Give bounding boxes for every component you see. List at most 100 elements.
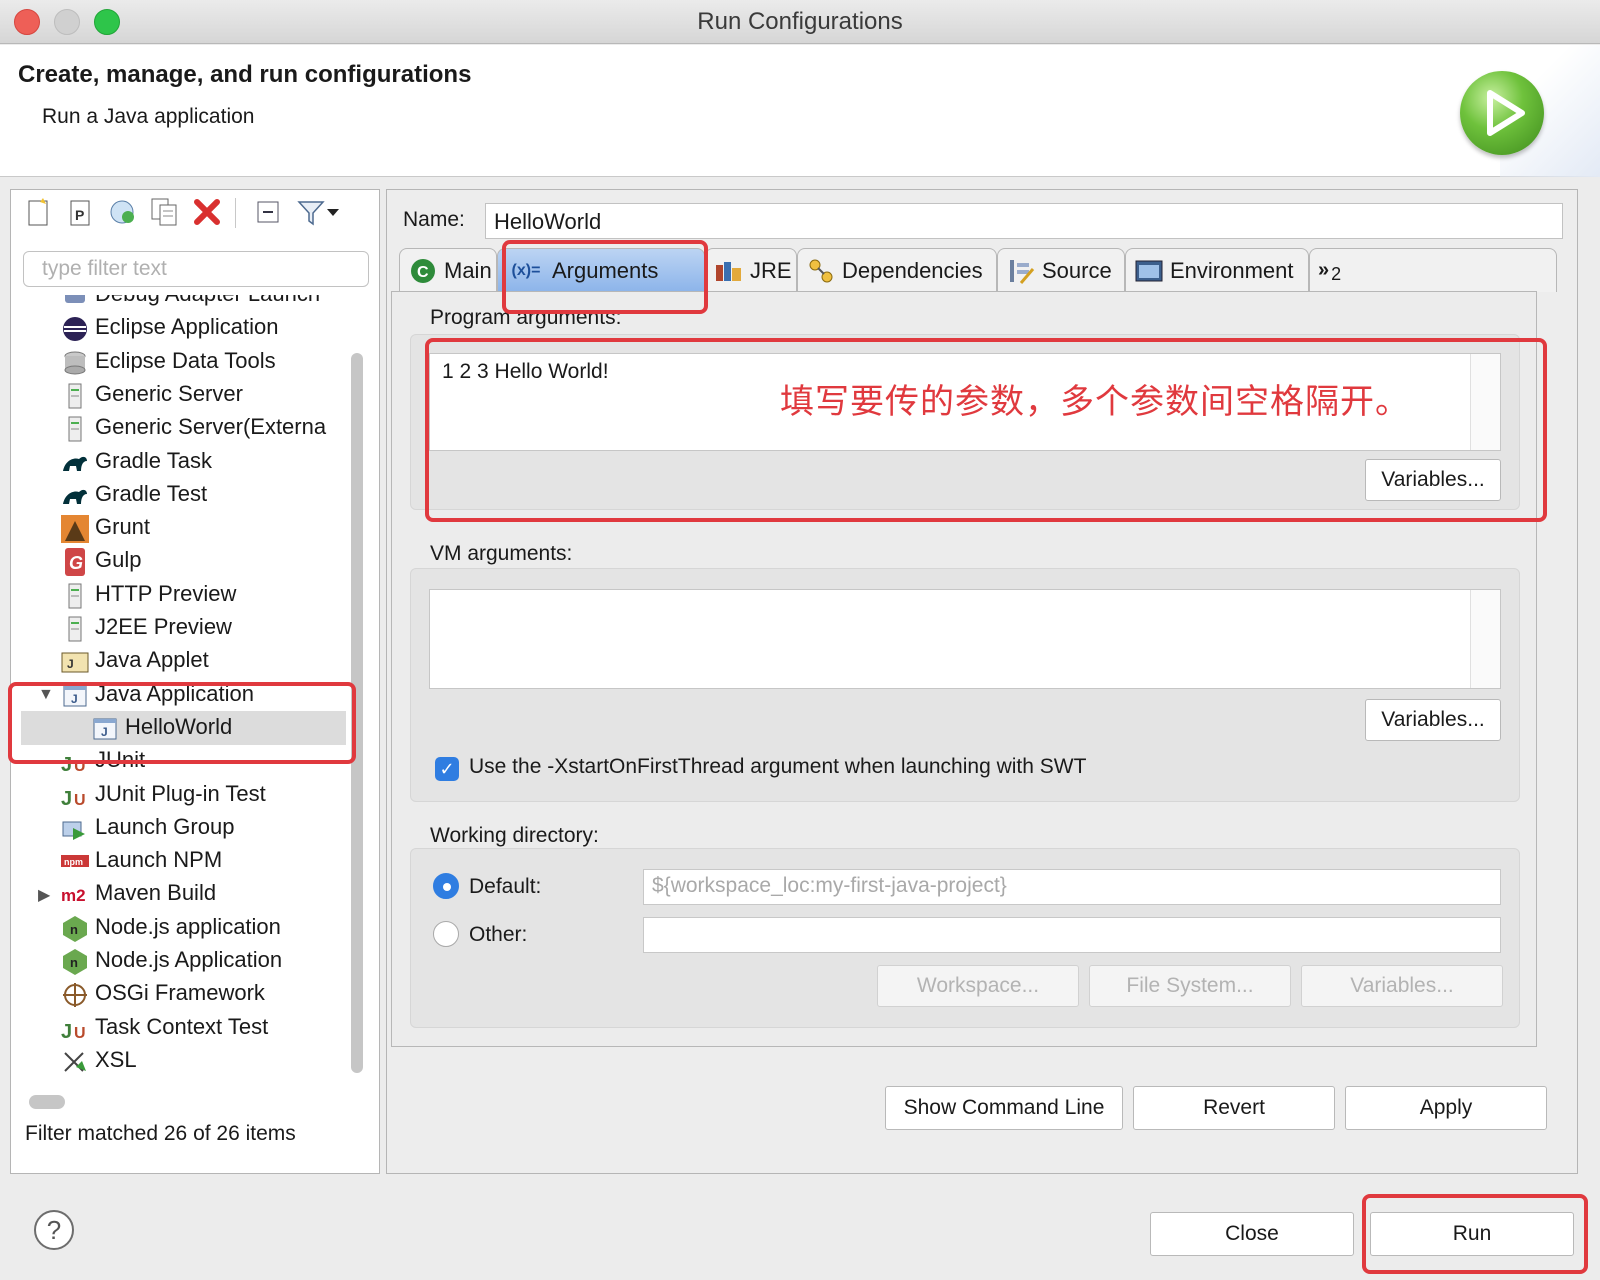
tree-item-label: Launch Group (95, 813, 235, 839)
other-radio[interactable] (433, 921, 459, 947)
tab-source[interactable]: Source (997, 248, 1125, 292)
vm-args-field[interactable] (429, 589, 1501, 689)
main-class-icon: C (408, 257, 438, 285)
tab-overflow[interactable]: » 2 (1309, 248, 1557, 292)
svg-text:J: J (67, 657, 74, 671)
tree-item-grunt[interactable]: Grunt (21, 511, 346, 545)
workspace-button[interactable]: Workspace... (877, 965, 1079, 1007)
vm-args-scrollbar[interactable] (1470, 590, 1500, 688)
tree-item-node-js-application[interactable]: n Node.js application (21, 911, 346, 945)
tree-item-label: OSGi Framework (95, 980, 265, 1006)
tree-item-label: Eclipse Data Tools (95, 347, 276, 373)
working-dir-group: Default: ${workspace_loc:my-first-java-p… (410, 848, 1520, 1028)
working-dir-label: Working directory: (430, 824, 599, 847)
svg-text:n: n (70, 955, 78, 970)
applet-icon: J (61, 648, 89, 676)
tab-jre[interactable]: JRE (705, 248, 797, 292)
default-dir-field: ${workspace_loc:my-first-java-project} (643, 869, 1501, 905)
tree-item-maven-build[interactable]: ▶ m2 Maven Build (21, 877, 346, 911)
svg-text:U: U (74, 792, 86, 809)
server-icon (61, 582, 89, 610)
working-dir-variables-button[interactable]: Variables... (1301, 965, 1503, 1007)
tree-item-label: Grunt (95, 514, 151, 540)
name-field[interactable]: HelloWorld (485, 203, 1563, 239)
tree-item-xsl[interactable]: XSL (21, 1044, 346, 1078)
delete-icon[interactable] (189, 193, 225, 231)
apply-button[interactable]: Apply (1345, 1086, 1547, 1130)
tree-item-osgi-framework[interactable]: OSGi Framework (21, 977, 346, 1011)
svg-text:P: P (75, 207, 84, 223)
xsl-icon (61, 1048, 89, 1076)
server-icon (61, 415, 89, 443)
more-tabs-icon: » (1318, 259, 1330, 281)
tab-dependencies[interactable]: Dependencies (797, 248, 997, 292)
show-command-line-button[interactable]: Show Command Line (885, 1086, 1123, 1130)
file-system-button[interactable]: File System... (1089, 965, 1291, 1007)
server-icon (61, 382, 89, 410)
tree-item-debug-adapter-launch[interactable]: Debug Adapter Launch (21, 295, 346, 312)
new-config-icon[interactable] (21, 193, 57, 231)
tree-item-gradle-task[interactable]: Gradle Task (21, 445, 346, 479)
window-title: Run Configurations (697, 8, 903, 35)
gradle-icon (61, 449, 89, 477)
other-dir-field[interactable] (643, 917, 1501, 953)
tree-item-eclipse-application[interactable]: Eclipse Application (21, 311, 346, 345)
tree-item-label: Maven Build (95, 880, 217, 906)
tree-item-task-context-test[interactable]: J U Task Context Test (21, 1011, 346, 1045)
new-prototype-icon[interactable]: P (63, 193, 99, 231)
svg-text:npm: npm (64, 857, 83, 867)
dropdown-icon[interactable] (323, 193, 343, 231)
xstart-checkbox[interactable]: ✓ (435, 757, 459, 781)
tree-item-gradle-test[interactable]: Gradle Test (21, 478, 346, 512)
tree-item-label: XSL (95, 1046, 137, 1072)
svg-text:C: C (417, 264, 429, 281)
collapse-all-icon[interactable] (251, 193, 287, 231)
tab-environment[interactable]: Environment (1125, 248, 1309, 292)
tree-item-j2ee-preview[interactable]: J2EE Preview (21, 611, 346, 645)
tree-item-label: Task Context Test (95, 1013, 269, 1039)
tree-item-node-js-application[interactable]: n Node.js Application (21, 944, 346, 978)
svg-text:m2: m2 (61, 886, 86, 905)
tree-item-label: HTTP Preview (95, 580, 237, 606)
tree-item-label: JUnit Plug-in Test (95, 780, 266, 806)
tree-item-label: Java Applet (95, 647, 209, 673)
tree-item-eclipse-data-tools[interactable]: Eclipse Data Tools (21, 345, 346, 379)
tree-item-http-preview[interactable]: HTTP Preview (21, 578, 346, 612)
collapse-arrow-icon[interactable]: ▶ (38, 885, 50, 905)
svg-text:G: G (69, 553, 83, 573)
tree-item-label: Debug Adapter Launch (95, 295, 320, 307)
tree-item-generic-server-externa[interactable]: Generic Server(Externa (21, 411, 346, 445)
program-args-highlight (425, 338, 1547, 522)
revert-button[interactable]: Revert (1133, 1086, 1335, 1130)
tree-horizontal-scrollbar[interactable] (29, 1095, 65, 1109)
grunt-icon (61, 515, 89, 544)
duplicate-icon[interactable] (147, 193, 183, 231)
tab-main-label: Main (444, 257, 492, 283)
filter-input[interactable]: type filter text (23, 251, 369, 287)
vm-args-variables-button[interactable]: Variables... (1365, 699, 1501, 741)
tree-item-label: Node.js application (95, 913, 281, 939)
tree-item-label: Eclipse Application (95, 314, 279, 340)
osgi-icon (61, 981, 89, 1009)
tab-main[interactable]: C Main (399, 248, 497, 292)
tree-item-label: Launch NPM (95, 847, 223, 873)
server-icon (61, 615, 89, 643)
close-button[interactable]: Close (1150, 1212, 1354, 1256)
default-radio-label: Default: (469, 875, 542, 898)
tree-item-label: Gradle Task (95, 447, 212, 473)
tree-item-junit-plug-in-test[interactable]: J U JUnit Plug-in Test (21, 778, 346, 812)
source-icon (1006, 257, 1036, 285)
help-icon[interactable]: ? (34, 1210, 74, 1250)
export-icon[interactable] (105, 193, 141, 231)
tree-item-launch-group[interactable]: Launch Group (21, 811, 346, 845)
tree-item-gulp[interactable]: G Gulp (21, 544, 346, 578)
svg-text:U: U (74, 1025, 86, 1042)
jre-icon (714, 257, 744, 285)
program-args-note: 填写要传的参数，多个参数间空格隔开。 (780, 383, 1410, 421)
tree-item-java-applet[interactable]: J Java Applet (21, 644, 346, 678)
tree-item-launch-npm[interactable]: npm Launch NPM (21, 844, 346, 878)
tab-source-label: Source (1042, 257, 1112, 283)
vm-args-group: Variables... ✓ Use the -XstartOnFirstThr… (410, 568, 1520, 802)
default-radio[interactable] (433, 873, 459, 899)
tree-item-generic-server[interactable]: Generic Server (21, 378, 346, 412)
